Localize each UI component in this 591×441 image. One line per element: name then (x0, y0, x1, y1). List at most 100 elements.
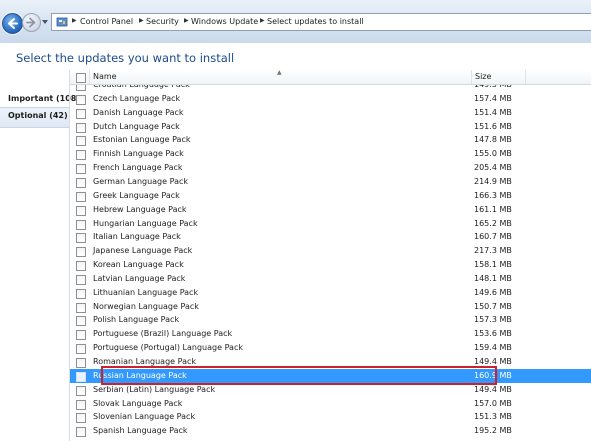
update-checkbox[interactable] (76, 150, 86, 161)
update-row[interactable]: Czech Language Pack 157.4 MB (70, 92, 591, 106)
update-row[interactable]: Japanese Language Pack 217.3 MB (70, 244, 591, 258)
update-checkbox[interactable] (76, 247, 86, 258)
update-name: Portuguese (Brazil) Language Pack (93, 329, 233, 339)
update-row[interactable]: Serbian (Latin) Language Pack 149.4 MB (70, 383, 591, 397)
update-checkbox[interactable] (76, 413, 86, 424)
update-row[interactable]: Portuguese (Brazil) Language Pack 153.6 M… (70, 327, 591, 341)
update-name: Slovenian Language Pack (93, 412, 196, 422)
update-row[interactable]: Slovenian Language Pack 151.3 MB (70, 410, 591, 424)
updates-list: Croatian Language Pack149.5 MBCzech Lang… (69, 70, 591, 441)
update-checkbox[interactable] (76, 94, 86, 105)
update-row[interactable]: Estonian Language Pack 147.8 MB (70, 133, 591, 147)
update-row[interactable]: Romanian Language Pack 149.4 MB (70, 355, 591, 369)
update-name: Dutch Language Pack (93, 121, 180, 131)
update-checkbox[interactable] (76, 205, 86, 216)
update-checkbox[interactable] (76, 164, 86, 175)
update-size: 151.3 MB (474, 412, 512, 422)
update-checkbox[interactable] (76, 330, 86, 341)
update-checkbox[interactable] (76, 177, 86, 188)
breadcrumb-separator-icon[interactable]: ▶ (260, 17, 265, 24)
column-divider[interactable] (525, 70, 526, 84)
column-divider[interactable] (471, 70, 472, 84)
update-row[interactable]: Hungarian Language Pack 165.2 MB (70, 217, 591, 231)
update-row[interactable]: Greek Language Pack 166.3 MB (70, 189, 591, 203)
breadcrumb-select-updates[interactable]: Select updates to install (267, 17, 364, 26)
update-row[interactable]: Korean Language Pack 158.1 MB (70, 258, 591, 272)
update-size: 157.3 MB (474, 315, 512, 325)
update-row[interactable]: Danish Language Pack 151.4 MB (70, 106, 591, 120)
update-row[interactable]: French Language Pack 205.4 MB (70, 161, 591, 175)
recent-pages-chevron-icon[interactable] (41, 18, 49, 26)
back-button[interactable] (2, 13, 23, 34)
breadcrumb-windows-update[interactable]: Windows Update (191, 17, 258, 26)
update-checkbox[interactable] (76, 274, 86, 285)
update-row[interactable]: Slovak Language Pack 157.0 MB (70, 397, 591, 411)
update-checkbox[interactable] (76, 302, 86, 313)
update-checkbox[interactable] (76, 261, 86, 272)
update-size: 151.4 MB (474, 107, 512, 117)
update-checkbox[interactable] (76, 371, 86, 382)
update-checkbox[interactable] (76, 191, 86, 202)
breadcrumb-separator-icon[interactable]: ▶ (184, 17, 189, 24)
update-row[interactable]: Polish Language Pack 157.3 MB (70, 313, 591, 327)
update-checkbox[interactable] (76, 427, 86, 438)
update-row[interactable]: Lithuanian Language Pack 149.6 MB (70, 286, 591, 300)
update-row[interactable]: Spanish Language Pack 195.2 MB (70, 424, 591, 438)
column-header: ▲ Name Size (70, 70, 591, 85)
update-size: 166.3 MB (474, 190, 512, 200)
update-checkbox[interactable] (76, 136, 86, 147)
update-row[interactable]: Portuguese (Portugal) Language Pack 159.4… (70, 341, 591, 355)
address-bar[interactable]: ▶ Control Panel ▶ Security ▶ Windows Upd… (51, 13, 591, 31)
select-all-checkbox[interactable] (76, 73, 86, 83)
breadcrumb-separator-icon[interactable]: ▶ (139, 17, 144, 24)
update-name: Japanese Language Pack (93, 246, 193, 256)
column-header-size[interactable]: Size (475, 72, 491, 81)
update-size: 205.4 MB (474, 163, 512, 173)
update-checkbox[interactable] (76, 385, 86, 396)
update-size: 161.1 MB (474, 204, 512, 214)
update-size: 155.0 MB (474, 149, 512, 159)
update-checkbox[interactable] (76, 288, 86, 299)
update-row[interactable]: German Language Pack 214.9 MB (70, 175, 591, 189)
update-name: Spanish Language Pack (93, 426, 188, 436)
update-row[interactable]: Russian Language Pack 160.9 MB (70, 368, 591, 383)
update-row[interactable]: Italian Language Pack 160.7 MB (70, 230, 591, 244)
update-size: 160.9 MB (474, 370, 512, 380)
update-size: 149.4 MB (474, 384, 512, 394)
control-panel-icon (56, 17, 68, 27)
update-checkbox[interactable] (76, 344, 86, 355)
update-size: 149.6 MB (474, 287, 512, 297)
update-name: German Language Pack (93, 176, 188, 186)
update-size: 149.4 MB (474, 357, 512, 366)
update-checkbox[interactable] (76, 122, 86, 133)
update-size: 153.6 MB (474, 329, 512, 339)
update-checkbox[interactable] (76, 316, 86, 327)
breadcrumb-security[interactable]: Security (146, 17, 179, 26)
update-row[interactable]: Norwegian Language Pack 150.7 MB (70, 300, 591, 314)
update-size: 165.2 MB (474, 218, 512, 228)
sort-ascending-icon: ▲ (277, 70, 282, 76)
column-header-name[interactable]: Name (93, 72, 117, 81)
category-optional[interactable]: Optional (42) (8, 111, 68, 120)
breadcrumb-separator-icon: ▶ (72, 17, 77, 24)
update-row[interactable]: Hebrew Language Pack 161.1 MB (70, 203, 591, 217)
update-checkbox[interactable] (76, 219, 86, 230)
forward-arrow-icon (26, 17, 36, 28)
breadcrumb-control-panel[interactable]: Control Panel (80, 17, 133, 26)
update-row[interactable]: Latvian Language Pack 148.1 MB (70, 272, 591, 286)
update-row[interactable]: Finnish Language Pack 155.0 MB (70, 147, 591, 161)
forward-button[interactable] (22, 13, 41, 32)
column-divider[interactable] (89, 70, 90, 84)
page-title: Select the updates you want to install (16, 51, 235, 65)
update-size: 217.3 MB (474, 246, 512, 256)
update-checkbox[interactable] (76, 233, 86, 244)
update-name: Hungarian Language Pack (93, 218, 198, 228)
update-name: French Language Pack (93, 163, 183, 173)
update-name: Korean Language Pack (93, 260, 184, 270)
update-name: Greek Language Pack (93, 190, 180, 200)
update-checkbox[interactable] (76, 399, 86, 410)
update-checkbox[interactable] (76, 358, 86, 368)
update-checkbox[interactable] (76, 108, 86, 119)
update-size: 151.6 MB (474, 121, 512, 131)
update-row[interactable]: Dutch Language Pack 151.6 MB (70, 120, 591, 134)
